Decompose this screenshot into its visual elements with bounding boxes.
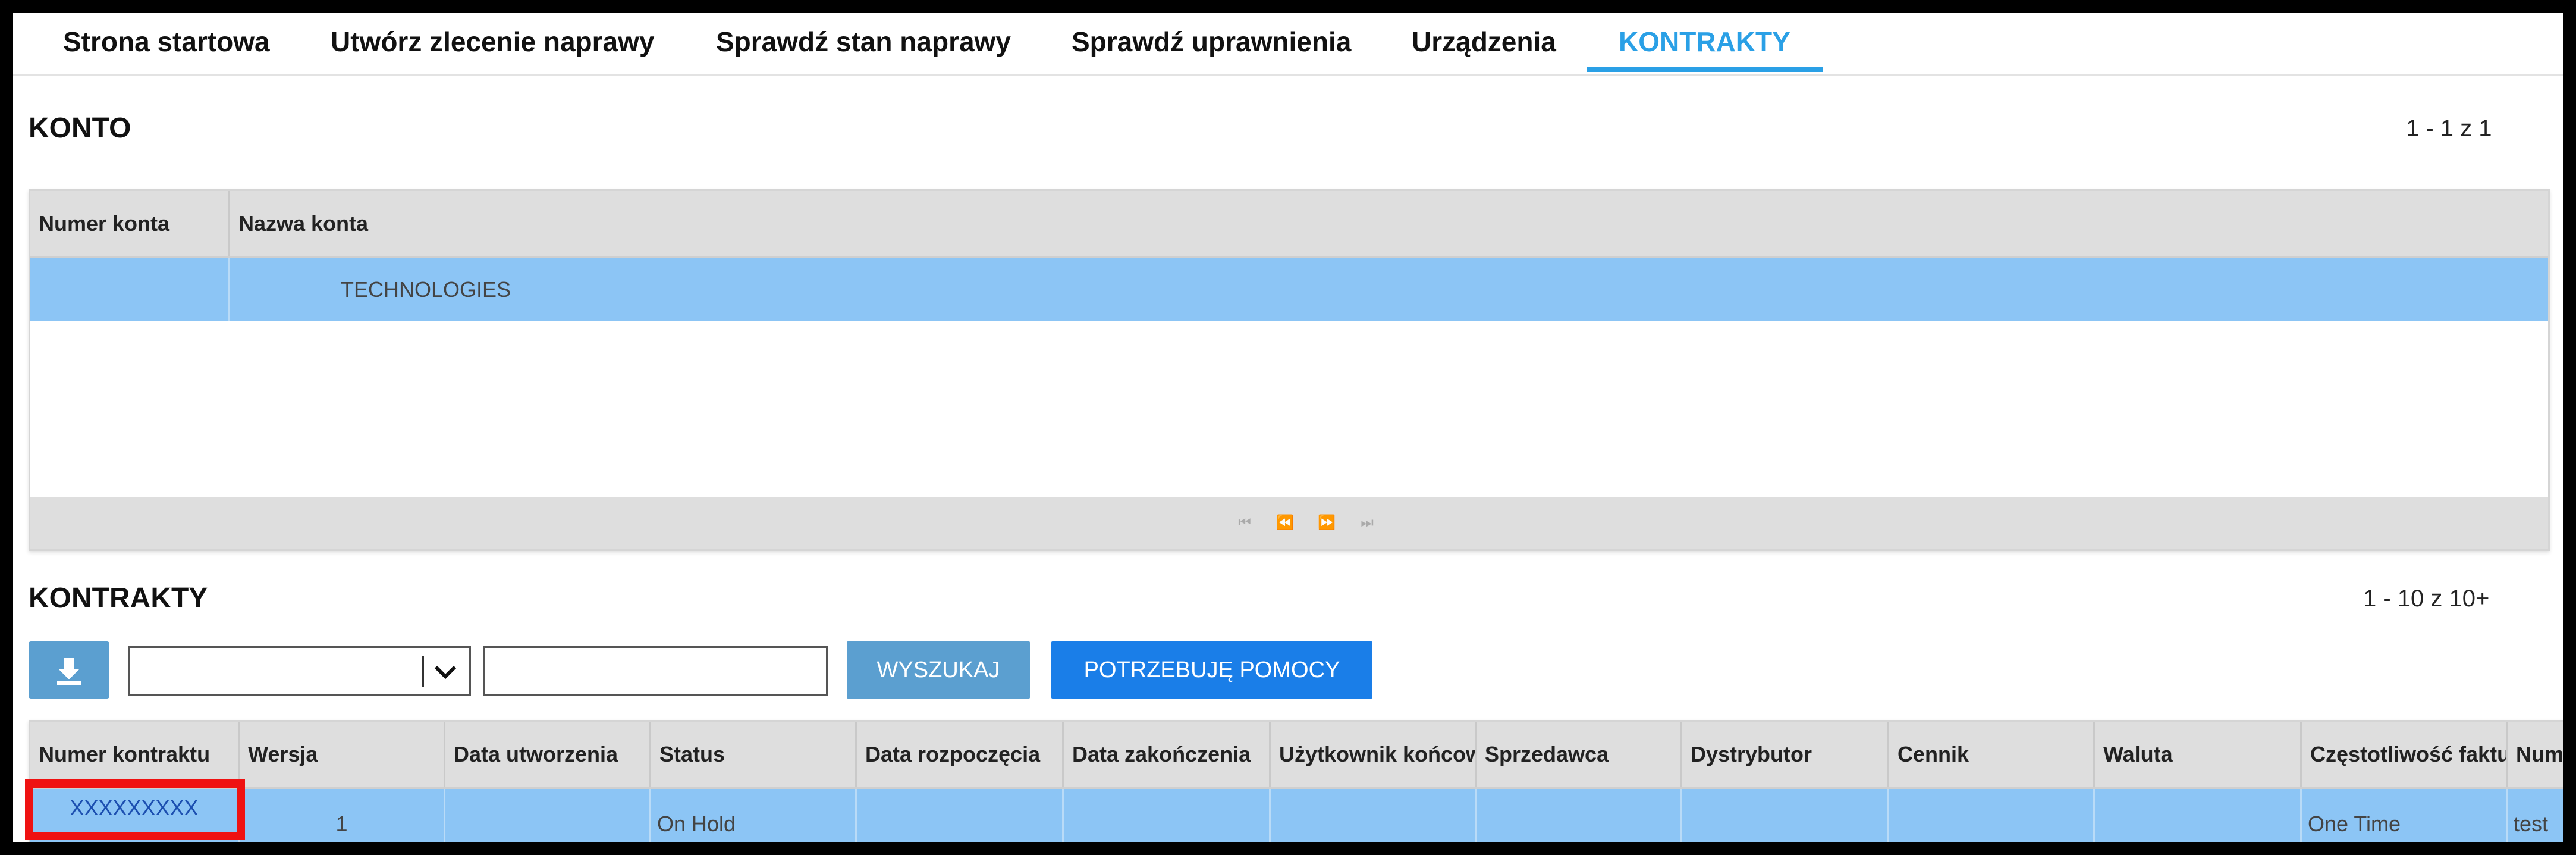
table-row[interactable]: TECHNOLOGIES [30, 258, 2548, 321]
cell-wersja: 1 [240, 789, 445, 842]
next-page-icon[interactable]: ⏩ [1317, 513, 1336, 533]
konto-grid-footer: ⏮ ⏪ ⏩ ⏭ [30, 497, 2548, 549]
konto-pager: 1 - 1 z 1 [2406, 115, 2492, 142]
tab-urzadzenia[interactable]: Urządzenia [1412, 13, 1556, 72]
filter-select[interactable] [128, 646, 471, 696]
tab-strona-startowa[interactable]: Strona startowa [63, 13, 270, 72]
tab-utworz-zlecenie[interactable]: Utwórz zlecenie naprawy [331, 13, 655, 72]
cell-czestotliwosc: One Time [2302, 789, 2508, 842]
cell-nazwa-konta: TECHNOLOGIES [341, 277, 511, 302]
konto-title: KONTO [29, 112, 131, 144]
help-button[interactable]: POTRZEBUJĘ POMOCY [1051, 641, 1372, 699]
col-numer[interactable]: Numer [2508, 722, 2563, 787]
table-row[interactable]: XXXXXXXXX 1 On Hold One Time test [30, 789, 2563, 842]
col-uzytkownik-koncowy[interactable]: Użytkownik końcowy [1271, 722, 1477, 787]
col-wersja[interactable]: Wersja [240, 722, 445, 787]
top-nav: Strona startowa Utwórz zlecenie naprawy … [13, 13, 2563, 76]
col-cennik[interactable]: Cennik [1889, 722, 2095, 787]
cell-data-rozpoczecia [857, 789, 1064, 842]
cell-waluta [2095, 789, 2302, 842]
tab-sprawdz-stan[interactable]: Sprawdź stan naprawy [716, 13, 1011, 72]
last-page-icon[interactable]: ⏭ [1358, 513, 1377, 533]
kontrakty-pager: 1 - 10 z 10+ [2363, 585, 2490, 612]
cell-sprzedawca [1477, 789, 1682, 842]
col-nazwa-konta[interactable]: Nazwa konta [230, 191, 2546, 256]
select-divider [422, 656, 424, 687]
cell-dystrybutor [1682, 789, 1889, 842]
download-icon [57, 658, 81, 685]
search-button[interactable]: WYSZUKAJ [847, 641, 1030, 699]
kontrakty-title: KONTRAKTY [29, 582, 208, 614]
cell-data-utworzenia [445, 789, 651, 842]
konto-grid-header: Numer konta Nazwa konta [30, 191, 2548, 258]
cell-cennik [1889, 789, 2095, 842]
col-waluta[interactable]: Waluta [2095, 722, 2302, 787]
kontrakty-grid-header: Numer kontraktu Wersja Data utworzenia S… [30, 722, 2563, 789]
col-dystrybutor[interactable]: Dystrybutor [1682, 722, 1889, 787]
app-frame: Strona startowa Utwórz zlecenie naprawy … [13, 13, 2563, 842]
col-data-zakonczenia[interactable]: Data zakończenia [1064, 722, 1271, 787]
cell-numer: test [2514, 812, 2549, 836]
col-sprzedawca[interactable]: Sprzedawca [1477, 722, 1682, 787]
col-numer-konta[interactable]: Numer konta [30, 191, 230, 256]
kontrakty-grid: Numer kontraktu Wersja Data utworzenia S… [29, 720, 2563, 842]
col-data-utworzenia[interactable]: Data utworzenia [445, 722, 651, 787]
konto-grid: Numer konta Nazwa konta TECHNOLOGIES ⏮ ⏪… [29, 189, 2550, 551]
cell-status: On Hold [651, 789, 857, 842]
tab-kontrakty[interactable]: KONTRAKTY [1587, 13, 1823, 72]
cell-data-zakonczenia [1064, 789, 1271, 842]
highlight-box [25, 779, 245, 840]
tab-sprawdz-uprawnienia[interactable]: Sprawdź uprawnienia [1072, 13, 1351, 72]
col-data-rozpoczecia[interactable]: Data rozpoczęcia [857, 722, 1064, 787]
col-czestotliwosc[interactable]: Częstotliwość fakturowania [2302, 722, 2508, 787]
search-input[interactable] [483, 646, 828, 696]
col-status[interactable]: Status [651, 722, 857, 787]
col-numer-kontraktu[interactable]: Numer kontraktu [30, 722, 240, 787]
prev-page-icon[interactable]: ⏪ [1276, 513, 1295, 533]
cell-numer-konta [30, 258, 230, 321]
chevron-down-icon [434, 665, 457, 679]
first-page-icon[interactable]: ⏮ [1235, 513, 1254, 533]
download-button[interactable] [29, 641, 109, 699]
cell-uzytkownik-koncowy [1271, 789, 1477, 842]
